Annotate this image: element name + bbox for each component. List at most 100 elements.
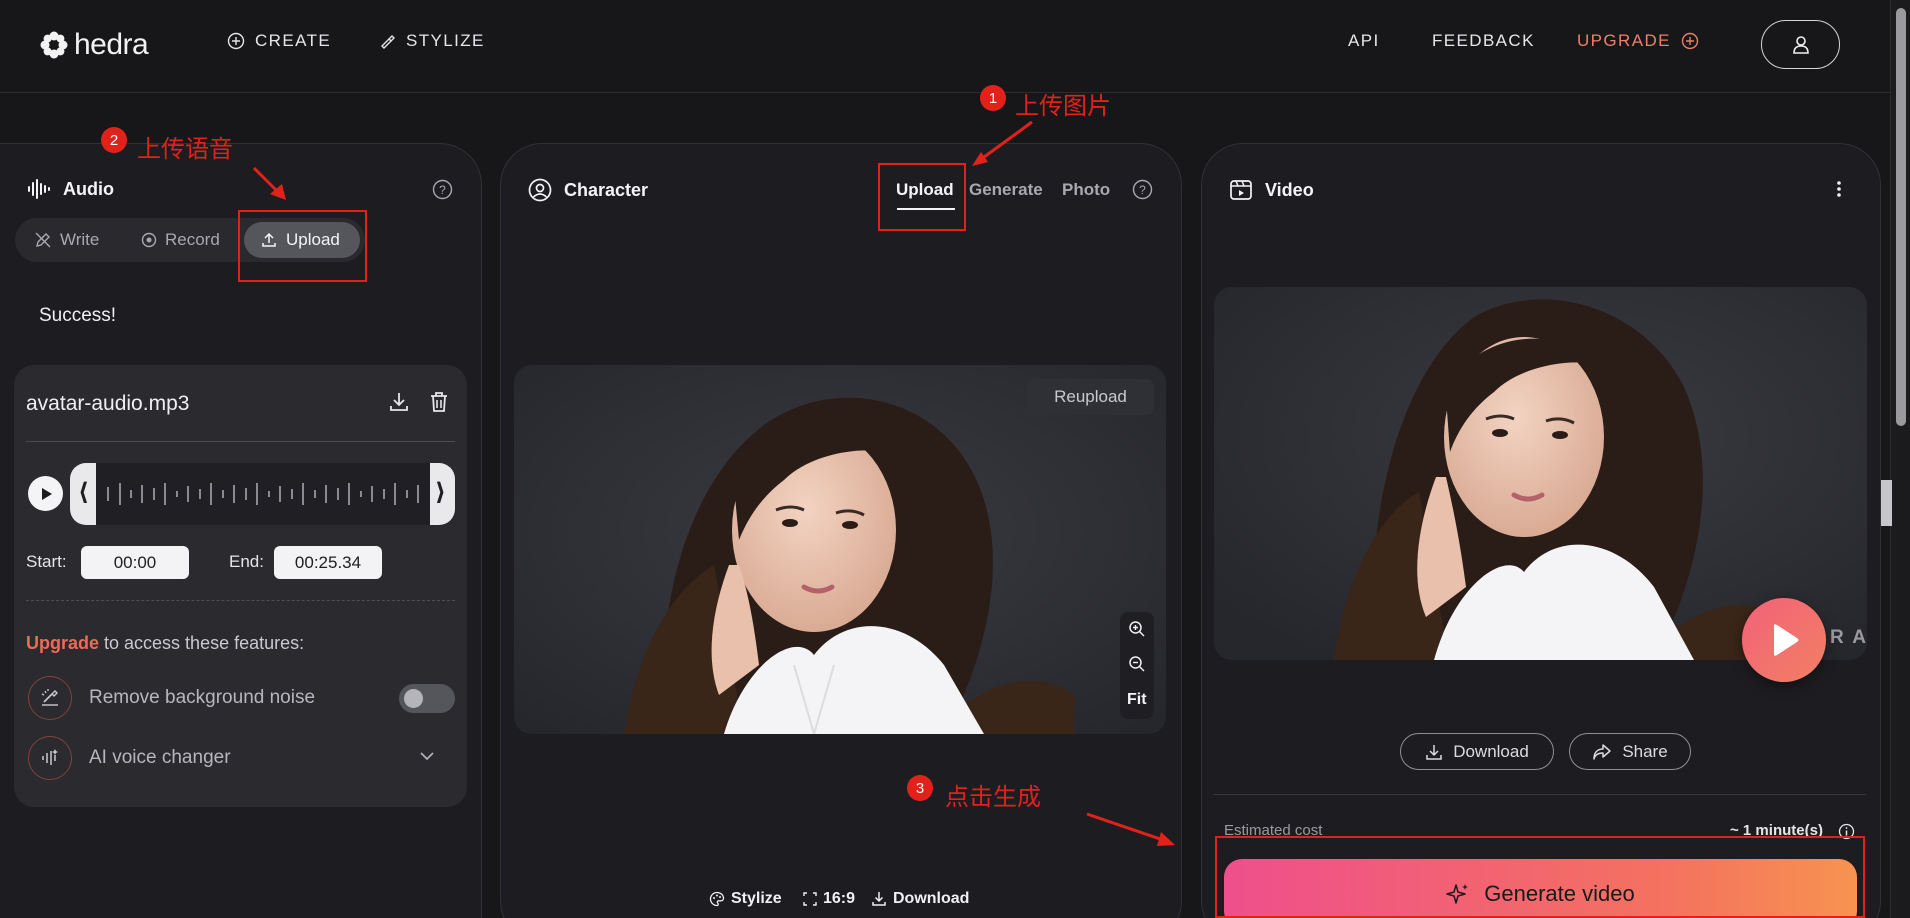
video-share-button[interactable]: Share [1569, 733, 1691, 770]
nav-stylize-label: STYLIZE [406, 31, 485, 50]
zoom-in-icon[interactable] [1128, 620, 1146, 638]
start-time-input[interactable]: 00:00 [81, 546, 189, 579]
character-download-label: Download [893, 890, 970, 907]
plus-circle-icon [1681, 32, 1699, 50]
audio-panel-header: Audio [27, 178, 114, 200]
audio-play-button[interactable] [28, 476, 63, 511]
audio-waveform-icon [27, 178, 51, 200]
download-icon [871, 891, 887, 907]
aspect-ratio-label: 16:9 [823, 890, 856, 907]
trim-end-handle-icon[interactable]: ⟩ [435, 478, 446, 507]
share-arrow-icon [1592, 743, 1612, 761]
play-icon [39, 487, 53, 501]
aspect-ratio-action[interactable]: 16:9 [803, 890, 855, 908]
record-icon [141, 232, 157, 248]
annotation-text-step1: 上传图片 [1015, 92, 1111, 120]
tab-record-label: Record [165, 230, 220, 249]
start-label: Start: [26, 552, 67, 571]
annotation-badge-step1: 1 [980, 85, 1006, 111]
hedra-logo[interactable]: hedra [40, 28, 149, 62]
annotation-box-step1 [878, 163, 966, 231]
audio-file-name: avatar-audio.mp3 [26, 392, 190, 415]
nav-upgrade-link[interactable]: UPGRADE [1577, 31, 1699, 51]
annotation-text-step3: 点击生成 [945, 783, 1041, 811]
upgrade-note: Upgrade to access these features: [26, 633, 304, 654]
scrollbar-thumb[interactable] [1896, 8, 1906, 426]
nav-feedback-link[interactable]: FEEDBACK [1432, 31, 1535, 51]
tab-character-generate[interactable]: Generate [969, 180, 1043, 200]
video-share-label: Share [1622, 741, 1668, 761]
pen-slash-icon [34, 231, 52, 249]
play-icon [1768, 623, 1800, 657]
annotation-badge-step3: 3 [907, 775, 933, 801]
noise-removal-icon [28, 676, 72, 720]
trim-start-handle-icon[interactable]: ⟨ [78, 478, 89, 507]
zoom-out-icon[interactable] [1128, 655, 1146, 673]
upgrade-note-text: to access these features: [99, 633, 305, 653]
annotation-arrow-step3 [1086, 812, 1175, 846]
annotation-arrow-step1 [972, 120, 1033, 166]
audio-file-card [14, 365, 467, 807]
account-button[interactable] [1761, 20, 1840, 69]
character-panel-header: Character [528, 178, 648, 202]
end-label: End: [229, 552, 264, 571]
video-panel-title: Video [1265, 179, 1314, 200]
nav-api-link[interactable]: API [1348, 31, 1380, 51]
dashed-divider [26, 600, 455, 601]
tab-record[interactable]: Record [141, 222, 220, 258]
help-icon[interactable]: ? [1132, 179, 1153, 200]
film-icon [1229, 178, 1253, 202]
audio-waveform [96, 463, 430, 525]
annotation-text-step2: 上传语音 [137, 135, 233, 163]
character-panel-title: Character [564, 179, 649, 200]
video-play-button[interactable] [1742, 598, 1826, 682]
svg-text:?: ? [439, 183, 446, 197]
palette-icon [709, 891, 725, 907]
svg-text:?: ? [1139, 183, 1146, 197]
character-download-action[interactable]: Download [871, 890, 969, 908]
aspect-ratio-icon [803, 892, 817, 906]
brush-icon [378, 32, 396, 50]
nav-api-label: API [1348, 31, 1380, 50]
flower-logo-icon [40, 31, 68, 59]
annotation-badge-step2: 2 [101, 127, 127, 153]
download-icon [1425, 743, 1443, 761]
trash-icon[interactable] [428, 390, 450, 414]
nav-stylize-link[interactable]: STYLIZE [378, 31, 485, 51]
video-divider [1213, 794, 1866, 795]
reupload-button[interactable]: Reupload [1027, 379, 1154, 415]
page-scrollbar[interactable] [1890, 0, 1910, 918]
zoom-fit-button[interactable]: Fit [1127, 691, 1147, 709]
card-divider [26, 441, 455, 442]
annotation-box-step2 [238, 210, 367, 282]
stylize-label: Stylize [731, 890, 782, 907]
tab-character-photo[interactable]: Photo [1062, 180, 1110, 200]
nav-upgrade-label: UPGRADE [1577, 31, 1671, 50]
annotation-arrow-step2 [252, 166, 286, 200]
remove-noise-toggle[interactable] [399, 684, 455, 713]
user-icon [1792, 35, 1810, 55]
voice-changer-icon [28, 736, 72, 780]
help-icon[interactable]: ? [432, 179, 453, 200]
plus-circle-icon [227, 32, 245, 50]
nav-create-label: CREATE [255, 31, 332, 50]
annotation-box-step3 [1215, 836, 1865, 918]
upgrade-link[interactable]: Upgrade [26, 633, 99, 653]
user-circle-icon [528, 178, 552, 202]
download-icon[interactable] [387, 390, 411, 414]
nav-create-link[interactable]: CREATE [227, 31, 331, 51]
logo-text: hedra [74, 28, 149, 61]
end-time-input[interactable]: 00:25.34 [274, 546, 382, 579]
tab-write[interactable]: Write [34, 222, 99, 258]
feature-remove-noise-label: Remove background noise [89, 687, 316, 708]
top-navbar: hedra CREATE STYLIZE API FEEDBACK UPGRAD… [0, 0, 1890, 93]
more-vertical-icon[interactable] [1836, 180, 1842, 198]
video-download-button[interactable]: Download [1400, 733, 1554, 770]
video-watermark: R A [1830, 627, 1869, 648]
audio-panel-title: Audio [63, 178, 114, 199]
video-download-label: Download [1453, 741, 1529, 761]
chevron-down-icon[interactable] [419, 751, 435, 761]
stylize-action[interactable]: Stylize [709, 890, 782, 908]
video-panel-header: Video [1229, 178, 1314, 202]
upload-status-text: Success! [39, 305, 117, 326]
